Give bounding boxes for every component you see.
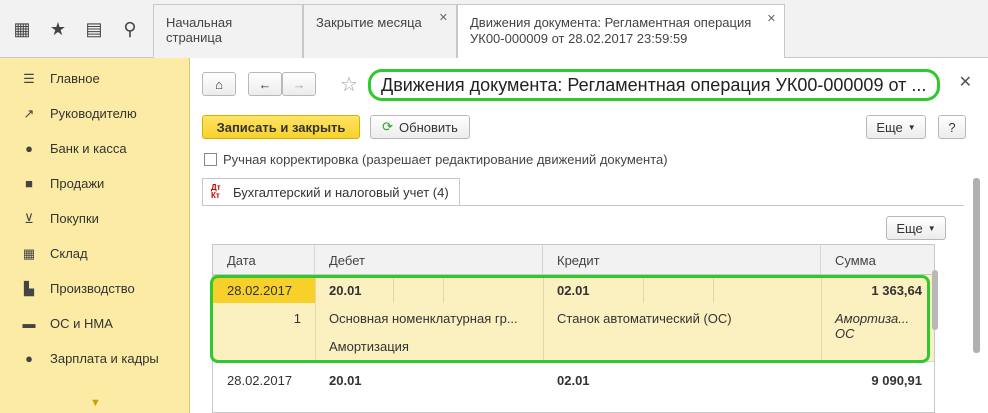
caret-down-icon: ▼ bbox=[927, 223, 936, 233]
sidebar-item-warehouse[interactable]: ▦ Склад bbox=[0, 236, 189, 271]
truck-icon: ▬ bbox=[22, 316, 36, 331]
sidebar-item-main[interactable]: ☰ Главное bbox=[0, 61, 189, 96]
star-icon[interactable]: ★ bbox=[48, 19, 68, 40]
sidebar-item-bank[interactable]: ● Банк и касса bbox=[0, 131, 189, 166]
row1-date: 28.02.2017 bbox=[227, 283, 293, 298]
history-icon[interactable]: ▤ bbox=[84, 19, 104, 40]
sidebar-item-label: Главное bbox=[50, 71, 100, 86]
help-button[interactable]: ? bbox=[938, 115, 966, 139]
menu-icon: ☰ bbox=[23, 70, 35, 86]
row1-number: 1 bbox=[293, 311, 301, 326]
more-label: Еще bbox=[876, 119, 903, 135]
tab-label: Закрытие месяца bbox=[316, 15, 422, 30]
save-close-button[interactable]: Записать и закрыть bbox=[202, 115, 360, 139]
page-title: Движения документа: Регламентная операци… bbox=[368, 69, 940, 101]
home-icon: ⌂ bbox=[215, 76, 223, 92]
col-header-kredit[interactable]: Кредит bbox=[543, 245, 821, 275]
scrollbar-thumb[interactable] bbox=[932, 270, 938, 330]
search-icon[interactable]: ⚲ bbox=[120, 19, 140, 40]
sidebar-item-label: Производство bbox=[50, 281, 135, 296]
row1-kredit-subconto1: Станок автоматический (ОС) bbox=[557, 311, 732, 326]
dt-kt-icon: Дт Кт bbox=[211, 183, 221, 200]
tab-home[interactable]: Начальная страница bbox=[153, 4, 303, 58]
form-scrollbar[interactable] bbox=[973, 168, 981, 408]
home-button[interactable]: ⌂ bbox=[202, 72, 236, 96]
col-header-summa[interactable]: Сумма bbox=[821, 245, 934, 275]
row1-debet-subconto2: Амортизация bbox=[329, 339, 409, 354]
sidebar-item-label: Зарплата и кадры bbox=[50, 351, 159, 366]
warehouse-icon: ▦ bbox=[22, 245, 36, 261]
manual-correction[interactable]: Ручная корректировка (разрешает редактир… bbox=[204, 152, 668, 167]
row2-summa: 9 090,91 bbox=[871, 373, 922, 388]
document-form: ⌂ ← → ☆ Движения документа: Регламентная… bbox=[190, 58, 988, 413]
refresh-button[interactable]: ⟳ Обновить bbox=[370, 115, 470, 139]
scrollbar-thumb[interactable] bbox=[973, 178, 980, 353]
tab-label: Начальная страница bbox=[166, 15, 233, 45]
row2-kredit: 02.01 bbox=[557, 373, 590, 388]
close-icon[interactable]: ✕ bbox=[439, 11, 448, 24]
sidebar-item-label: Банк и касса bbox=[50, 141, 127, 156]
top-bar: ▦ ★ ▤ ⚲ Начальная страница Закрытие меся… bbox=[0, 0, 988, 59]
col-header-date[interactable]: Дата bbox=[213, 245, 315, 275]
cart-icon: ⊻ bbox=[24, 210, 34, 226]
sidebar-item-label: ОС и НМА bbox=[50, 316, 113, 331]
tab-month-close[interactable]: Закрытие месяца ✕ bbox=[303, 4, 457, 58]
tab-divider bbox=[202, 205, 964, 206]
movements-table: Дата Дебет Кредит Сумма 28.02.2017 20.01… bbox=[212, 244, 935, 413]
sidebar-item-label: Продажи bbox=[50, 176, 105, 191]
row2-debet: 20.01 bbox=[329, 373, 362, 388]
row1-summa-note: Амортиза... ОС bbox=[835, 311, 910, 341]
close-icon[interactable]: ✕ bbox=[959, 72, 972, 92]
sidebar-item-production[interactable]: ▙ Производство bbox=[0, 271, 189, 306]
table-more-button[interactable]: Еще ▼ bbox=[886, 216, 946, 240]
sidebar-item-sales[interactable]: ■ Продажи bbox=[0, 166, 189, 201]
arrow-right-icon: → bbox=[292, 76, 306, 92]
sidebar-item-salary[interactable]: ● Зарплата и кадры bbox=[0, 341, 189, 376]
row1-kredit: 02.01 bbox=[557, 283, 590, 298]
row2-date: 28.02.2017 bbox=[227, 373, 293, 388]
chevron-down-icon[interactable]: ▼ bbox=[90, 397, 101, 409]
arrow-left-icon: ← bbox=[258, 76, 272, 92]
tab-label: Движения документа: Регламентная операци… bbox=[470, 15, 752, 46]
refresh-label: Обновить bbox=[399, 119, 458, 135]
sidebar-item-label: Покупки bbox=[50, 211, 99, 226]
refresh-icon: ⟳ bbox=[382, 119, 394, 134]
ruble-icon: ● bbox=[25, 141, 33, 156]
tab-accounting[interactable]: Дт Кт Бухгалтерский и налоговый учет (4) bbox=[202, 178, 460, 206]
bag-icon: ■ bbox=[25, 176, 33, 191]
more-button[interactable]: Еще ▼ bbox=[866, 115, 926, 139]
table-scrollbar[interactable] bbox=[930, 250, 940, 410]
row-divider bbox=[213, 361, 934, 362]
sidebar-item-assets[interactable]: ▬ ОС и НМА bbox=[0, 306, 189, 341]
forward-button[interactable]: → bbox=[282, 72, 316, 96]
close-icon[interactable]: ✕ bbox=[767, 11, 776, 27]
back-button[interactable]: ← bbox=[248, 72, 282, 96]
sidebar-item-purchases[interactable]: ⊻ Покупки bbox=[0, 201, 189, 236]
grid-icon[interactable]: ▦ bbox=[12, 19, 32, 40]
col-header-debet[interactable]: Дебет bbox=[315, 245, 543, 275]
row1-debet: 20.01 bbox=[329, 283, 362, 298]
tab-label: Бухгалтерский и налоговый учет (4) bbox=[233, 185, 449, 200]
person-icon: ● bbox=[25, 351, 33, 366]
row1-summa: 1 363,64 bbox=[871, 283, 922, 298]
more-label: Еще bbox=[896, 220, 923, 236]
manual-correction-label: Ручная корректировка (разрешает редактир… bbox=[223, 152, 668, 167]
sidebar-item-label: Руководителю bbox=[50, 106, 137, 121]
caret-down-icon: ▼ bbox=[907, 122, 916, 132]
sidebar-item-manager[interactable]: ↗ Руководителю bbox=[0, 96, 189, 131]
trend-icon: ↗ bbox=[23, 105, 35, 121]
factory-icon: ▙ bbox=[24, 280, 34, 296]
manual-correction-checkbox[interactable] bbox=[204, 153, 217, 166]
sidebar: ☰ Главное ↗ Руководителю ● Банк и касса ■ Пр… bbox=[0, 58, 190, 413]
favorite-star-icon[interactable]: ☆ bbox=[340, 72, 358, 97]
tab-document-movements[interactable]: Движения документа: Регламентная операци… bbox=[457, 4, 785, 59]
top-icons: ▦ ★ ▤ ⚲ bbox=[0, 0, 152, 58]
sidebar-item-label: Склад bbox=[50, 246, 88, 261]
row1-debet-subconto1: Основная номенклатурная гр... bbox=[329, 311, 518, 326]
